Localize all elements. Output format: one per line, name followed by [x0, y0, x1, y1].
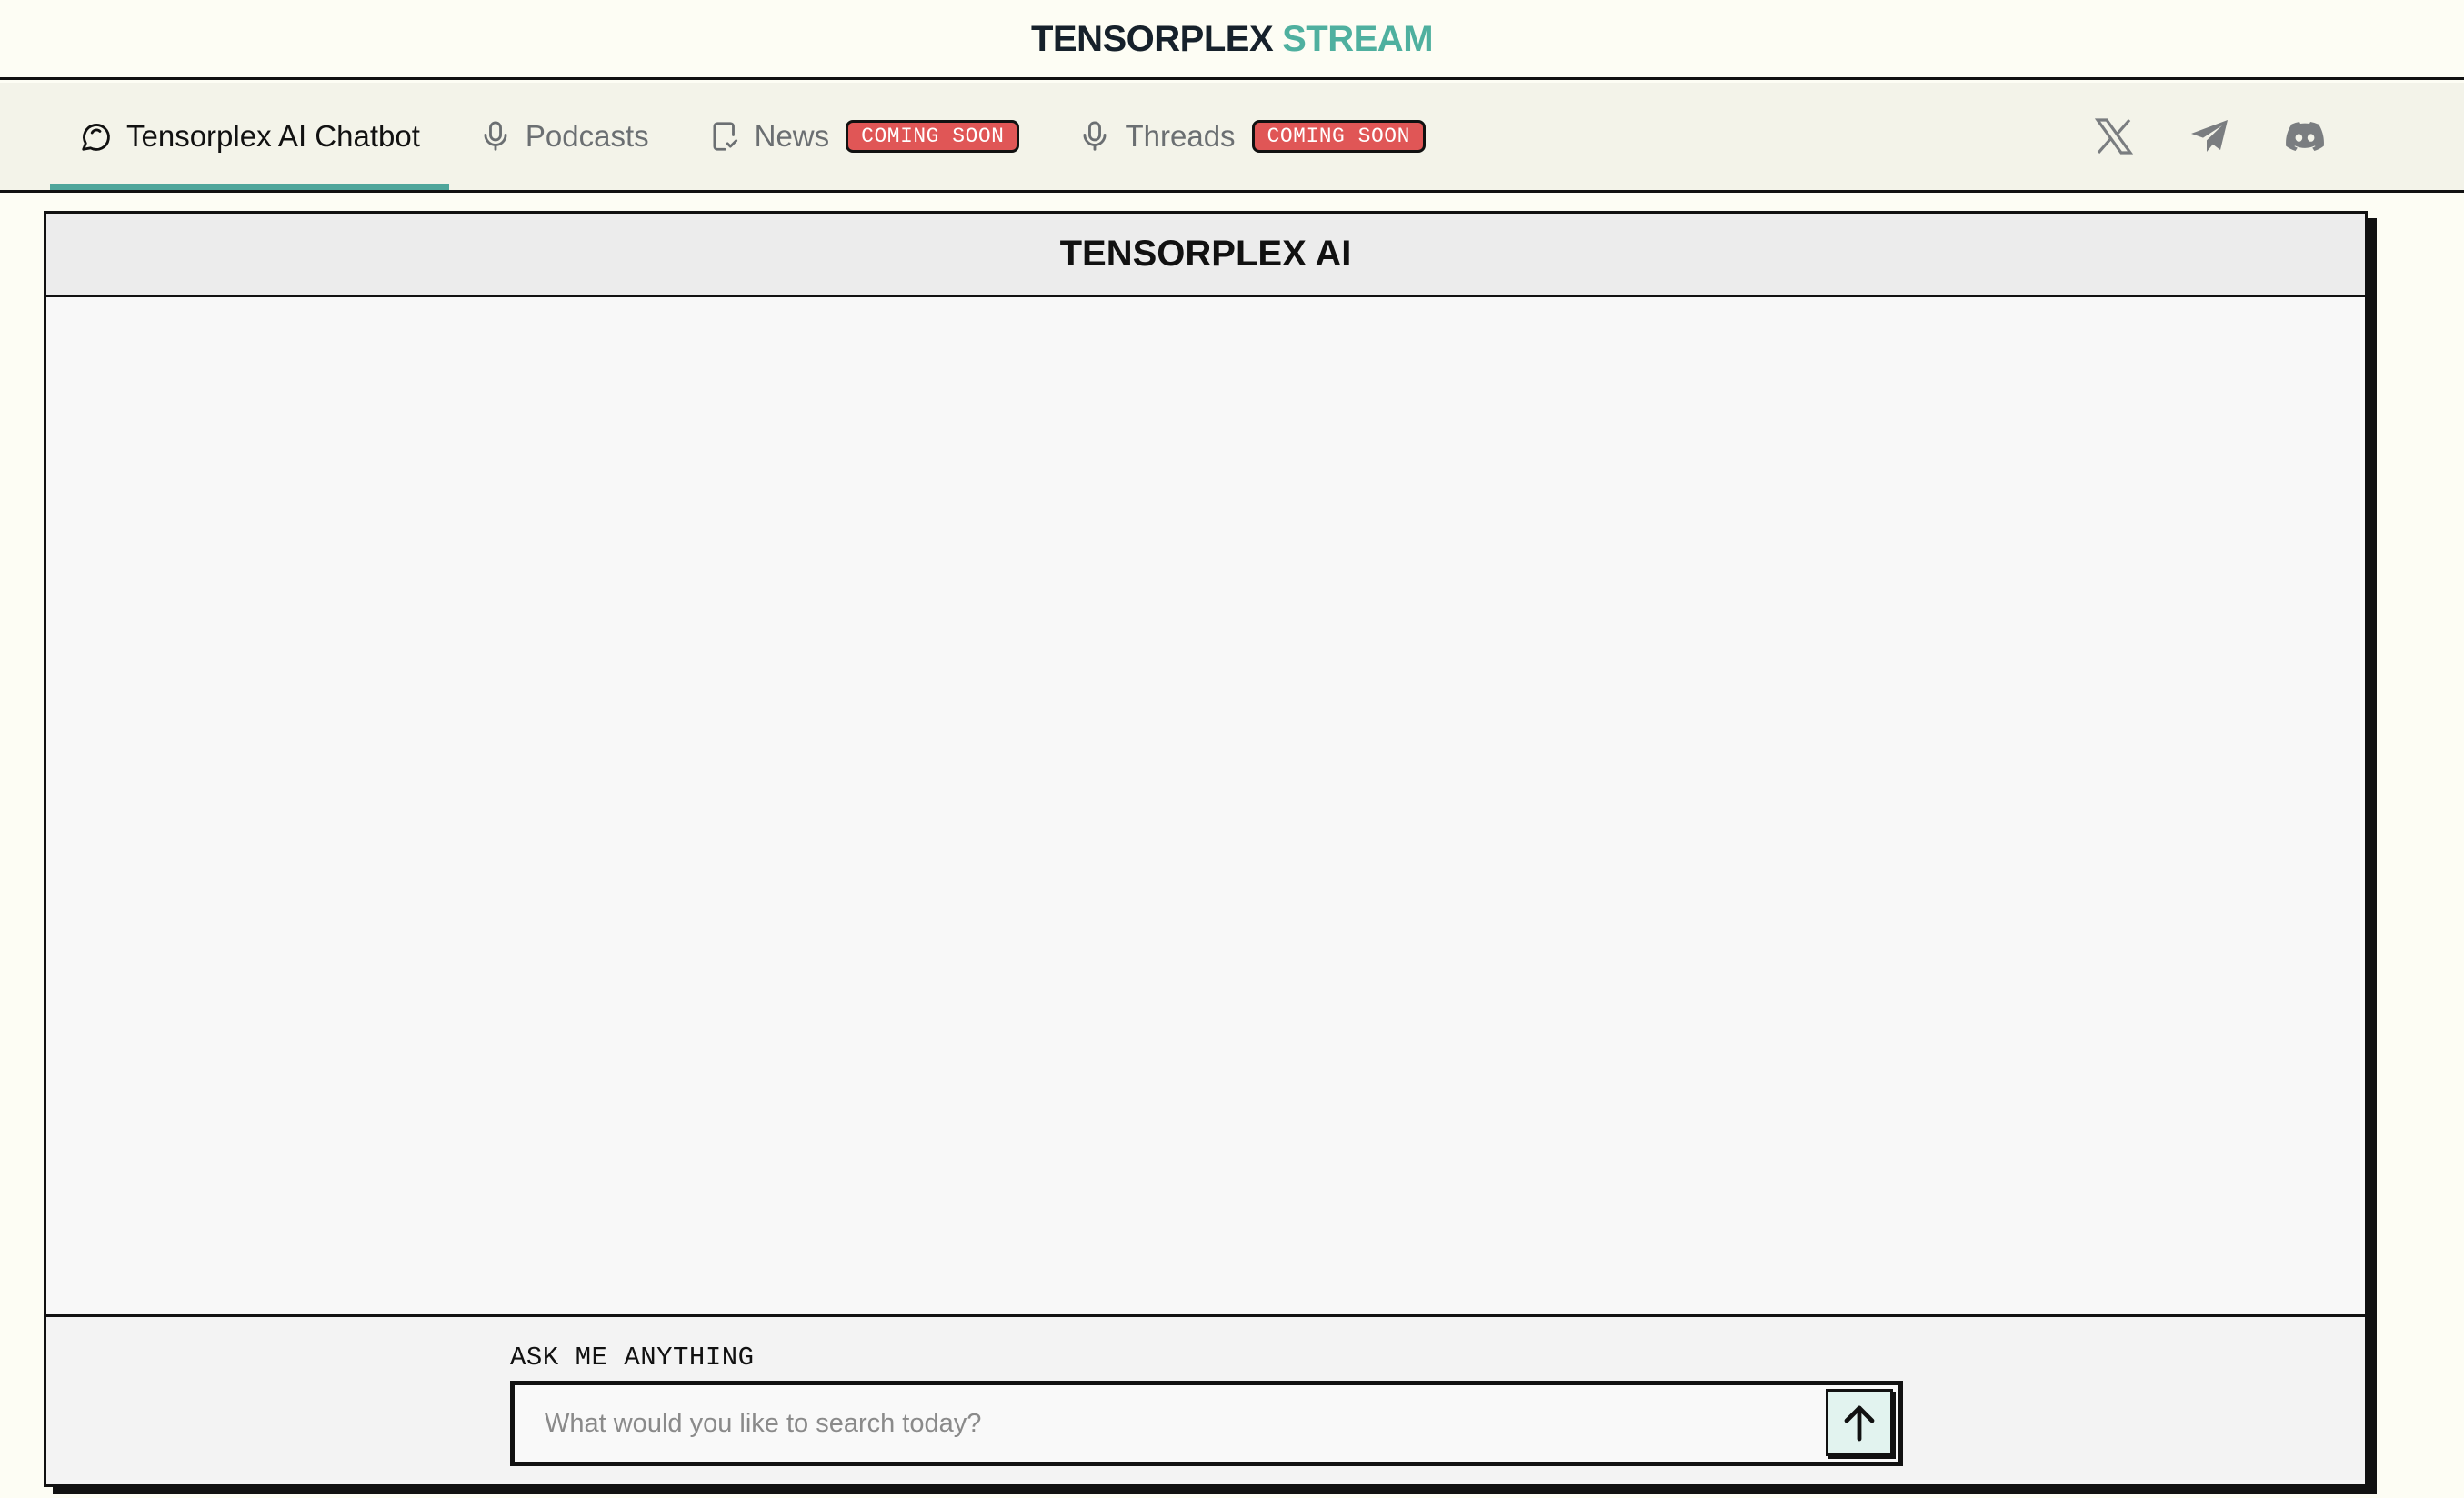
- tab-podcasts[interactable]: Podcasts: [449, 83, 678, 190]
- microphone-icon: [1077, 119, 1112, 154]
- nav-tabs: Tensorplex AI Chatbot Podcasts News COMI…: [50, 83, 1455, 190]
- tab-label: News: [754, 119, 830, 153]
- composer: ASK ME ANYTHING: [46, 1314, 2365, 1484]
- telegram-icon[interactable]: [2187, 114, 2232, 159]
- chat-bubble-icon: [79, 119, 114, 154]
- chat-title: TENSORPLEX AI: [46, 214, 2365, 297]
- tab-label: Threads: [1125, 119, 1236, 153]
- nav-bar: Tensorplex AI Chatbot Podcasts News COMI…: [0, 83, 2464, 193]
- brand-name: TENSORPLEX: [1030, 19, 1274, 59]
- arrow-up-icon: [1844, 1405, 1875, 1442]
- x-icon[interactable]: [2091, 114, 2137, 159]
- brand-bar: TENSORPLEX STREAM: [0, 0, 2464, 80]
- tab-threads[interactable]: Threads COMING SOON: [1048, 83, 1454, 190]
- tab-chatbot[interactable]: Tensorplex AI Chatbot: [50, 83, 449, 190]
- tab-label: Podcasts: [525, 119, 649, 153]
- coming-soon-badge: COMING SOON: [846, 120, 1020, 153]
- send-button[interactable]: [1826, 1389, 1893, 1456]
- chat-panel: TENSORPLEX AI ASK ME ANYTHING: [44, 211, 2368, 1487]
- ask-label: ASK ME ANYTHING: [510, 1343, 755, 1373]
- messages-area[interactable]: [46, 297, 2365, 1314]
- social-links: [2091, 83, 2328, 190]
- tab-news[interactable]: News COMING SOON: [678, 83, 1049, 190]
- brand-logo[interactable]: TENSORPLEX STREAM: [1030, 19, 1434, 60]
- coming-soon-badge: COMING SOON: [1251, 120, 1426, 153]
- tab-label: Tensorplex AI Chatbot: [126, 119, 420, 153]
- search-input[interactable]: [545, 1385, 1799, 1462]
- search-input-box: [510, 1381, 1903, 1466]
- brand-suffix: STREAM: [1282, 19, 1434, 59]
- document-icon: [707, 119, 742, 154]
- microphone-icon: [478, 119, 513, 154]
- discord-icon[interactable]: [2282, 114, 2328, 159]
